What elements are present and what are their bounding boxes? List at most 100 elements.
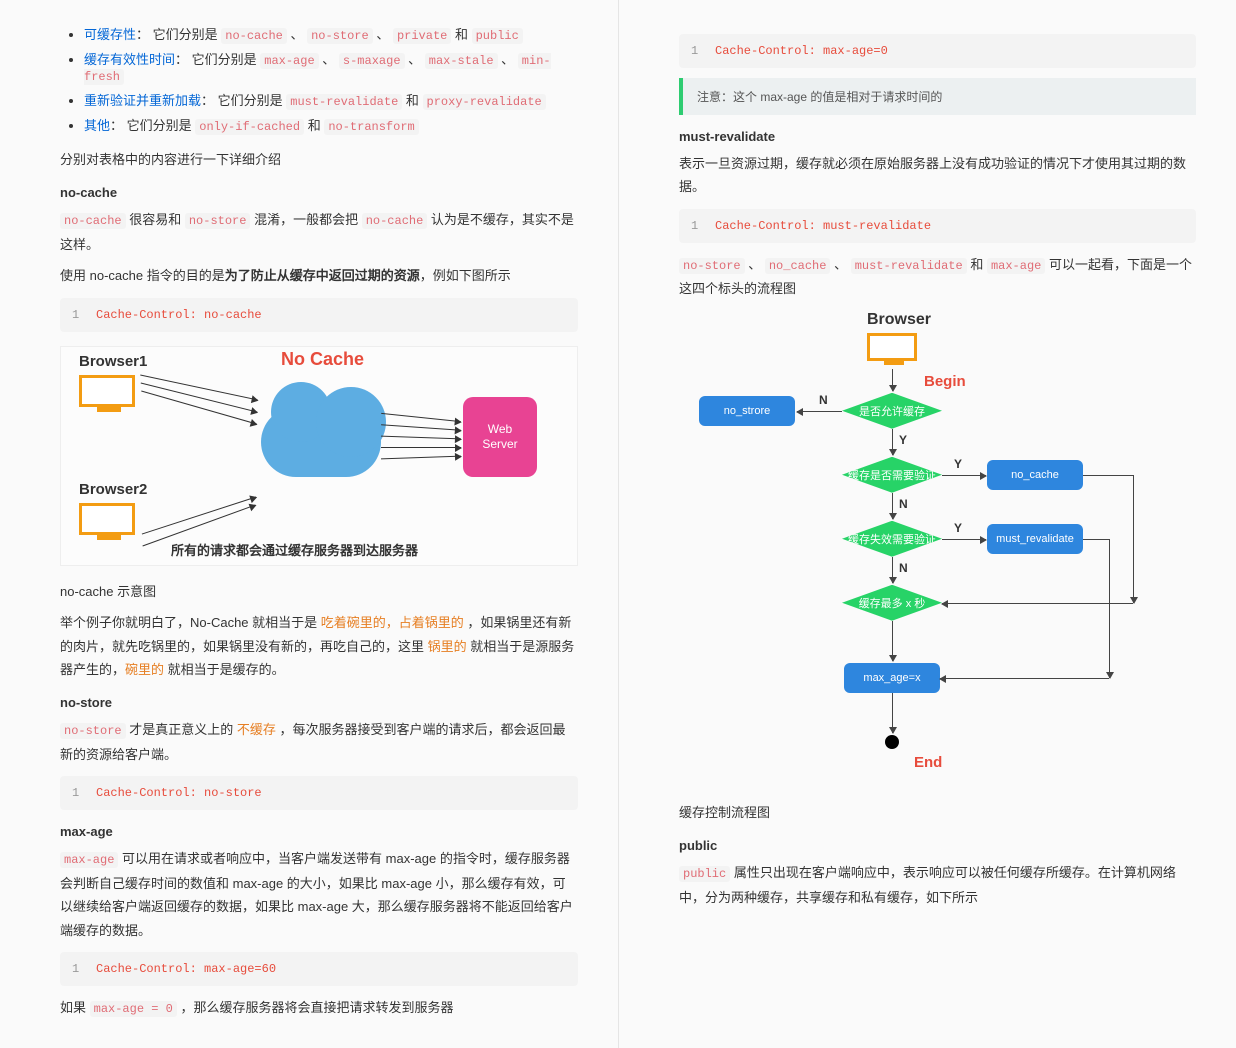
code-token: no-store: [185, 213, 251, 229]
heading-max-age: max-age: [60, 824, 578, 839]
arrow-line: [381, 413, 461, 422]
flow-arrow: [892, 369, 893, 391]
heading-no-cache: no-cache: [60, 185, 578, 200]
code-block-max-age-0: 1Cache-Control: max-age=0: [679, 34, 1196, 68]
paragraph: 表示一旦资源过期，缓存就必须在原始服务器上没有成功验证的情况下才使用其过期的数据…: [679, 152, 1196, 199]
code-token: only-if-cached: [195, 119, 304, 135]
code-token: no-cache: [362, 213, 428, 229]
flow-arrow: [797, 411, 842, 412]
browser-label: Browser: [867, 311, 931, 329]
line-number: 1: [691, 44, 715, 58]
browser2-label: Browser2: [79, 481, 147, 498]
heading-no-store: no-store: [60, 695, 578, 710]
diagram-caption: 所有的请求都会通过缓存服务器到达服务器: [171, 540, 418, 559]
code-text: Cache-Control: must-revalidate: [715, 219, 931, 233]
decision-need-validate: 缓存是否需要验证: [842, 457, 942, 493]
code-token: no-store: [679, 258, 745, 274]
code-token: max-age: [60, 852, 118, 868]
flow-arrow: [942, 603, 1133, 604]
diagram-title: No Cache: [281, 349, 364, 370]
edge-y: Y: [954, 521, 962, 535]
code-token: private: [393, 28, 451, 44]
cache-flowchart: Browser Begin 是否允许缓存 N no_strore Y 缓存是否需…: [679, 311, 1196, 781]
flow-arrow: [892, 693, 893, 733]
edge-y: Y: [899, 433, 907, 447]
figure-caption: no-cache 示意图: [60, 580, 578, 603]
code-token: must-revalidate: [286, 94, 402, 110]
code-token: no-cache: [60, 213, 126, 229]
right-column: 1Cache-Control: max-age=0 注意：这个 max-age …: [618, 0, 1236, 1048]
code-token: public: [472, 28, 523, 44]
paragraph: no-store 、 no_cache 、 must-revalidate 和 …: [679, 253, 1196, 301]
line-number: 1: [72, 786, 96, 800]
list-item: 重新验证并重新加载： 它们分别是 must-revalidate 和 proxy…: [84, 90, 578, 109]
flow-arrow: [892, 557, 893, 583]
code-token: public: [679, 866, 730, 882]
figure-caption: 缓存控制流程图: [679, 801, 1196, 824]
list-item: 其他： 它们分别是 only-if-cached 和 no-transform: [84, 115, 578, 134]
no-cache-diagram: No Cache Browser1 Browser2 Web Server 所有…: [60, 346, 578, 566]
flow-arrow: [942, 539, 986, 540]
edge-n: N: [899, 561, 908, 575]
line-number: 1: [691, 219, 715, 233]
flow-arrow: [892, 429, 893, 455]
edge-n: N: [819, 393, 828, 407]
decision-allow-cache: 是否允许缓存: [842, 393, 942, 429]
edge-n: N: [899, 497, 908, 511]
code-text: Cache-Control: no-cache: [96, 308, 262, 322]
code-token: no_cache: [765, 258, 831, 274]
list-label: 重新验证并重新加载: [84, 93, 201, 108]
code-block-no-store: 1Cache-Control: no-store: [60, 776, 578, 810]
code-token: no-transform: [324, 119, 418, 135]
paragraph: 举个例子你就明白了，No-Cache 就相当于是 吃着碗里的，占着锅里的 ，如果…: [60, 611, 578, 681]
monitor-icon: [867, 333, 917, 361]
monitor-icon: [79, 503, 135, 535]
node-must-revalidate: must_revalidate: [987, 524, 1083, 554]
paragraph: 使用 no-cache 指令的目的是为了防止从缓存中返回过期的资源，例如下图所示: [60, 264, 578, 287]
list-label: 缓存有效性时间: [84, 52, 175, 67]
code-token: max-age: [987, 258, 1045, 274]
code-text: Cache-Control: max-age=0: [715, 44, 888, 58]
intro-text: 分别对表格中的内容进行一下详细介绍: [60, 148, 578, 171]
flow-line: [1109, 539, 1110, 678]
list-label: 其他: [84, 118, 110, 133]
arrow-line: [381, 447, 461, 448]
heading-must-revalidate: must-revalidate: [679, 129, 1196, 144]
paragraph: 如果 max-age = 0 ，那么缓存服务器将会直接把请求转发到服务器: [60, 996, 578, 1021]
arrow-line: [381, 455, 461, 459]
edge-y: Y: [954, 457, 962, 471]
end-circle-icon: [885, 735, 899, 749]
code-token: proxy-revalidate: [423, 94, 546, 110]
heading-public: public: [679, 838, 1196, 853]
flow-arrow: [892, 621, 893, 661]
flow-line: [1083, 539, 1109, 540]
code-block-max-age: 1Cache-Control: max-age=60: [60, 952, 578, 986]
list-label: 可缓存性: [84, 27, 136, 42]
flow-arrow: [942, 475, 986, 476]
node-max-age-x: max_age=x: [844, 663, 940, 693]
code-block-no-cache: 1Cache-Control: no-cache: [60, 298, 578, 332]
node-no-cache: no_cache: [987, 460, 1083, 490]
code-token: s-maxage: [339, 53, 405, 69]
monitor-icon: [79, 375, 135, 407]
code-token: no-store: [60, 723, 126, 739]
code-token: no-store: [307, 28, 373, 44]
code-block-must-revalidate: 1Cache-Control: must-revalidate: [679, 209, 1196, 243]
cloud-icon: [261, 407, 381, 477]
list-item: 缓存有效性时间： 它们分别是 max-age 、 s-maxage 、 max-…: [84, 49, 578, 84]
code-token: max-age: [260, 53, 318, 69]
directive-list: 可缓存性： 它们分别是 no-cache 、 no-store 、 privat…: [60, 24, 578, 134]
code-token: max-age = 0: [90, 1001, 177, 1017]
decision-expire-validate: 缓存失效需要验证: [842, 521, 942, 557]
code-token: must-revalidate: [851, 258, 967, 274]
decision-max-x: 缓存最多 x 秒: [842, 585, 942, 621]
node-no-store: no_strore: [699, 396, 795, 426]
flow-arrow: [892, 493, 893, 519]
code-token: no-cache: [221, 28, 287, 44]
flow-arrow: [940, 678, 1109, 679]
flow-line: [1083, 475, 1133, 476]
left-column: 可缓存性： 它们分别是 no-cache 、 no-store 、 privat…: [0, 0, 618, 1048]
flow-line: [1133, 475, 1134, 603]
code-token: max-stale: [425, 53, 498, 69]
tip-block: 注意：这个 max-age 的值是相对于请求时间的: [679, 78, 1196, 115]
